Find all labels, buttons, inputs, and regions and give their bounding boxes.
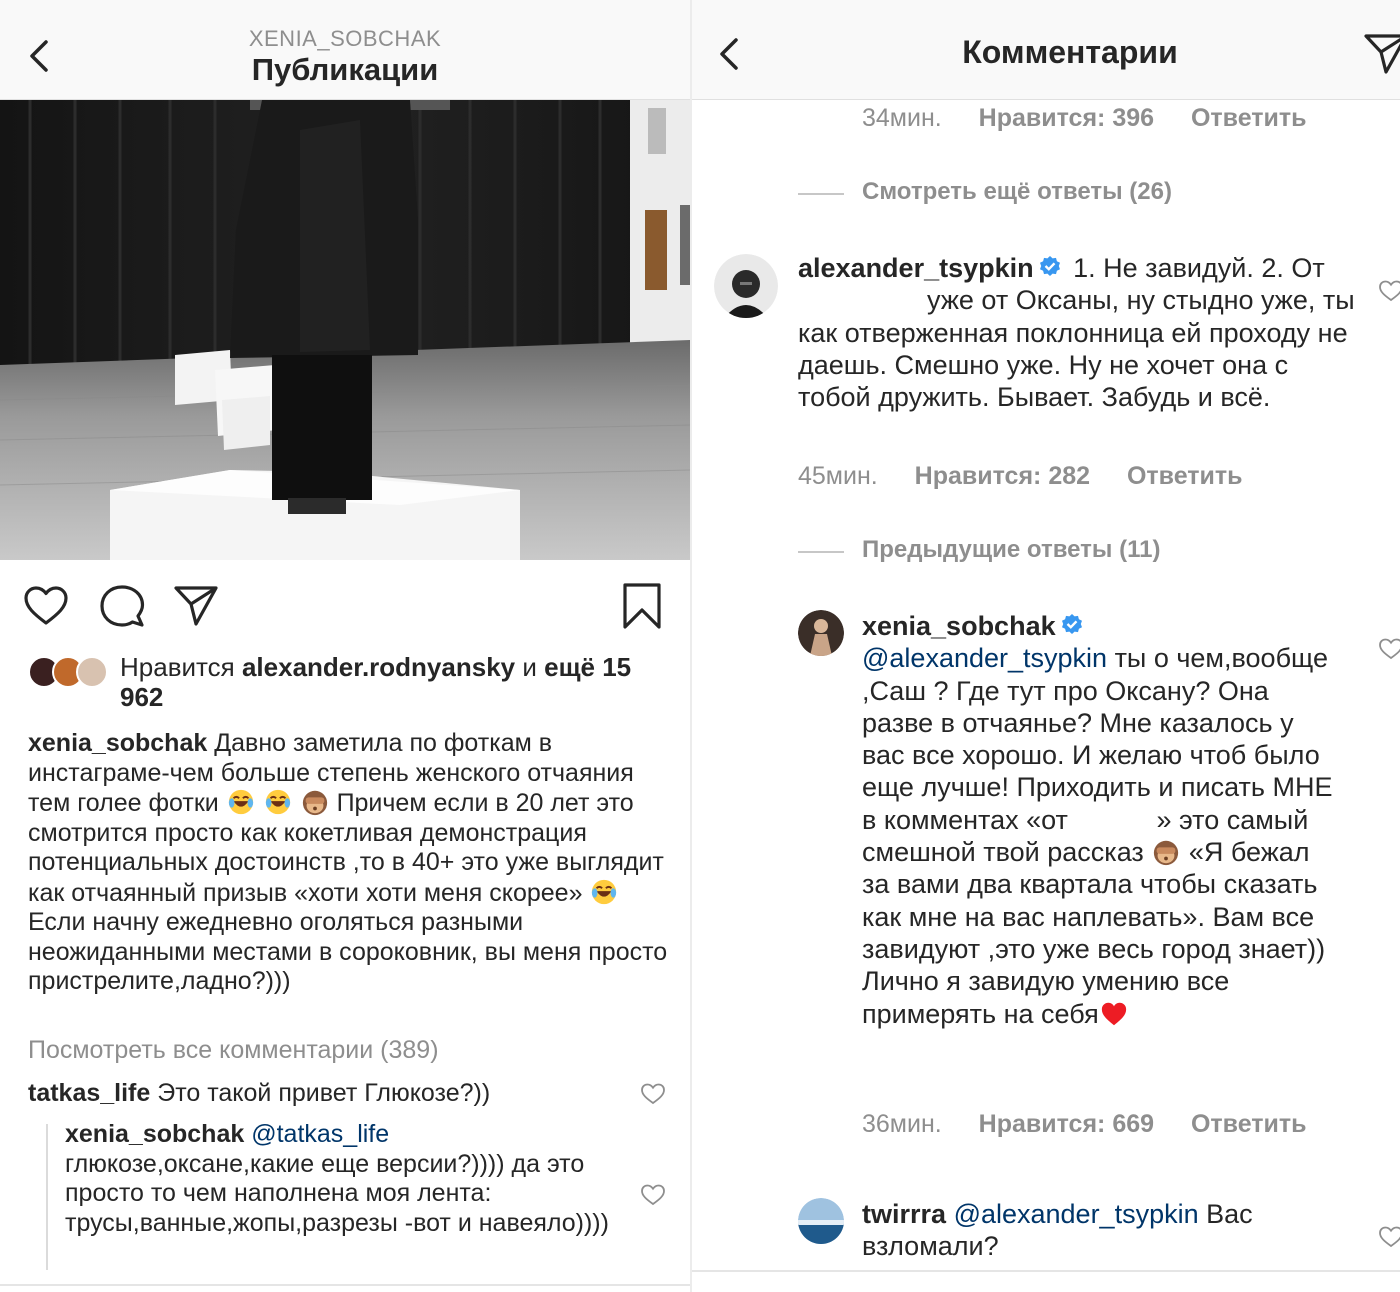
heart-icon[interactable] bbox=[22, 582, 70, 630]
likes-and: и bbox=[522, 652, 537, 682]
liker-avatars bbox=[28, 656, 112, 690]
laughing-emoji-icon bbox=[226, 788, 256, 816]
comment-meta: 36мин. Нравится: 669 Ответить bbox=[862, 1110, 1337, 1139]
page-title: Публикации bbox=[251, 52, 439, 87]
red-heart-emoji-icon bbox=[1099, 1000, 1129, 1028]
comment-like-heart-icon[interactable] bbox=[1378, 636, 1400, 662]
comment-meta: 34мин. Нравится: 396 Ответить bbox=[862, 104, 1337, 133]
avatar[interactable] bbox=[798, 610, 844, 656]
comment-body: alexander_tsypkin 1. Не завидуй. 2. От x… bbox=[798, 252, 1358, 413]
reply-button[interactable]: Ответить bbox=[1127, 462, 1243, 491]
view-all-comments-link[interactable]: Посмотреть все комментарии (389) bbox=[28, 1036, 439, 1065]
reply-thread-line bbox=[46, 1124, 48, 1270]
comment-icon[interactable] bbox=[98, 582, 146, 630]
comment-text: 1. Не завидуй. 2. От bbox=[1073, 253, 1325, 283]
comments-header: Комментарии bbox=[692, 0, 1400, 100]
reply-username[interactable]: xenia_sobchak bbox=[65, 1120, 244, 1148]
laughing-emoji-icon bbox=[589, 878, 619, 906]
likes-summary: Нравится alexander.rodnyansky и ещё 15 9… bbox=[28, 652, 668, 716]
comment-username[interactable]: xenia_sobchak bbox=[862, 611, 1056, 641]
likes-text[interactable]: Нравится alexander.rodnyansky и ещё 15 9… bbox=[120, 652, 640, 712]
divider bbox=[692, 1270, 1400, 1272]
see-no-evil-monkey-icon bbox=[1151, 838, 1181, 866]
comment-username[interactable]: tatkas_life bbox=[28, 1079, 150, 1107]
comment-likes-count[interactable]: Нравится: 669 bbox=[979, 1110, 1154, 1139]
reply-item: xenia_sobchak @tatkas_life глюкозе,оксан… bbox=[65, 1120, 625, 1238]
post-photo[interactable] bbox=[0, 100, 690, 560]
paper-plane-icon[interactable] bbox=[172, 582, 220, 630]
view-more-replies-link[interactable]: Смотреть ещё ответы (26) bbox=[798, 178, 1172, 206]
comment-body: twirrra @alexander_tsypkin Вас взломали? bbox=[862, 1198, 1352, 1263]
comment-like-heart-icon[interactable] bbox=[1378, 278, 1400, 304]
reply-like-heart-icon[interactable] bbox=[640, 1182, 666, 1208]
comment-time: 45мин. bbox=[798, 462, 878, 490]
comment-mention[interactable]: @alexander_tsypkin bbox=[954, 1199, 1199, 1229]
post-panel: XENIA_SOBCHAK Публикации Нравится alexan… bbox=[0, 0, 690, 1292]
reply-text: глюкозе,оксане,какие еще версии?)))) да … bbox=[65, 1149, 609, 1237]
avatar[interactable] bbox=[798, 1198, 844, 1244]
post-caption: xenia_sobchak Давно заметила по фоткам в… bbox=[28, 729, 673, 997]
page-title: Комментарии bbox=[962, 34, 1178, 70]
comment-likes-count[interactable]: Нравится: 396 bbox=[979, 104, 1154, 133]
laughing-emoji-icon bbox=[263, 788, 293, 816]
post-actions bbox=[0, 560, 690, 650]
caption-text: Если начну ежедневно оголяться разными н… bbox=[28, 908, 668, 995]
comment-like-heart-icon[interactable] bbox=[640, 1081, 666, 1107]
account-name: XENIA_SOBCHAK bbox=[248, 26, 442, 51]
comment-username[interactable]: alexander_tsypkin bbox=[798, 253, 1034, 283]
previous-replies-link[interactable]: Предыдущие ответы (11) bbox=[797, 536, 1160, 564]
comments-panel: Комментарии 34мин. Нравится: 396 Ответит… bbox=[692, 0, 1400, 1292]
paper-plane-icon[interactable] bbox=[1362, 30, 1400, 78]
comment-likes-count[interactable]: Нравится: 282 bbox=[915, 462, 1090, 491]
comment-mention[interactable]: @alexander_tsypkin bbox=[862, 643, 1107, 673]
post-header: XENIA_SOBCHAK Публикации bbox=[0, 0, 690, 100]
reply-button[interactable]: Ответить bbox=[1191, 1110, 1307, 1139]
verified-badge-icon bbox=[1038, 254, 1062, 278]
verified-badge-icon bbox=[1060, 612, 1084, 636]
comment-time: 36мин. bbox=[862, 1110, 942, 1138]
avatar bbox=[76, 656, 108, 688]
comment-item: tatkas_life Это такой привет Глюкозе?)) bbox=[28, 1078, 628, 1108]
avatar[interactable] bbox=[714, 254, 778, 318]
likes-prefix: Нравится bbox=[120, 652, 235, 682]
comment-meta: 45мин. Нравится: 282 Ответить bbox=[798, 462, 1273, 491]
see-no-evil-monkey-icon bbox=[300, 788, 330, 816]
comment-like-heart-icon[interactable] bbox=[1378, 1224, 1400, 1250]
comment-time: 34мин. bbox=[862, 104, 942, 132]
bookmark-icon[interactable] bbox=[618, 582, 666, 630]
reply-button[interactable]: Ответить bbox=[1191, 104, 1307, 133]
divider bbox=[0, 1284, 690, 1286]
reply-mention[interactable]: @tatkas_life bbox=[251, 1120, 389, 1148]
comment-body: xenia_sobchak @alexander_tsypkin ты о че… bbox=[862, 610, 1342, 1030]
liker-username[interactable]: alexander.rodnyansky bbox=[242, 652, 515, 682]
comment-username[interactable]: twirrra bbox=[862, 1199, 946, 1229]
caption-username[interactable]: xenia_sobchak bbox=[28, 729, 207, 757]
comment-text: Это такой привет Глюкозе?)) bbox=[157, 1079, 491, 1107]
